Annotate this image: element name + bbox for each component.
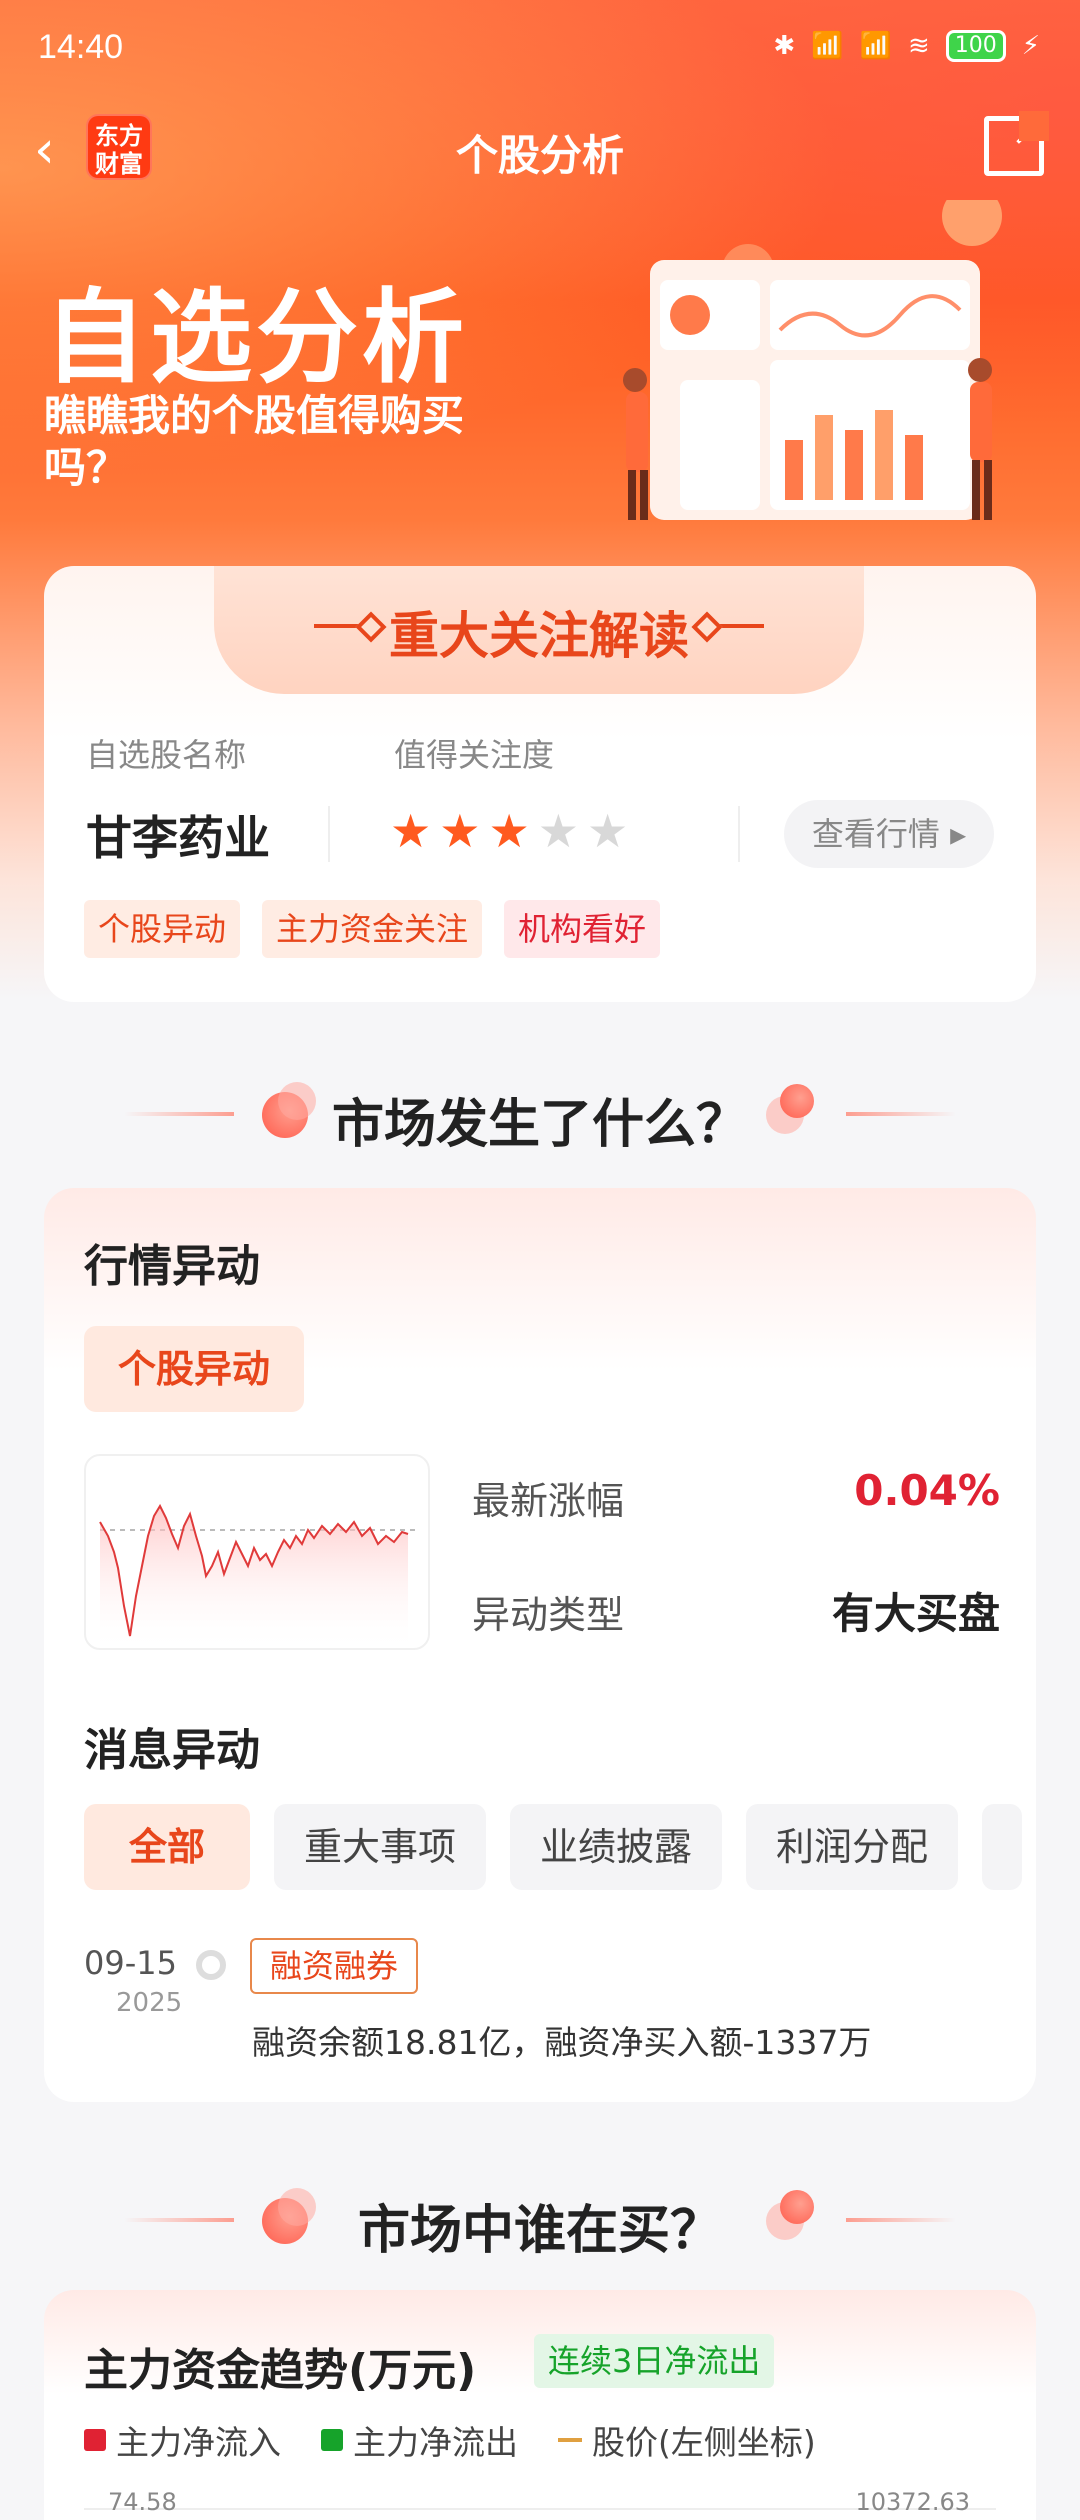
tab-earnings[interactable]: 业绩披露 [510,1804,723,1890]
attention-rating: ★ ★ ★ ★ ★ [390,806,628,856]
tab-dividend[interactable]: 利润分配 [746,1804,959,1890]
price-swatch [558,2438,582,2442]
legend-price: 股价(左侧坐标) [558,2416,816,2464]
bubble-decor [780,1084,814,1118]
bluetooth-icon: ✱ [773,31,796,61]
star-empty-icon: ★ [587,804,629,858]
stock-move-pill[interactable]: 个股异动 [84,1326,304,1412]
star-filled-icon: ★ [439,804,481,858]
signal-icon: 📶 [811,31,844,61]
move-type-label: 异动类型 [472,1593,625,1637]
section-line-right [846,1112,956,1116]
axis-right-top-value: 10372.63 [855,2488,970,2516]
tag-institution: 机构看好 [504,900,661,958]
news-date: 09-15 [84,1944,177,1982]
page-title: 个股分析 [455,131,624,180]
tag-stock-move: 个股异动 [84,900,241,958]
legend-outflow: 主力净流出 [321,2416,518,2464]
bubble-decor [780,2190,814,2224]
focus-card-header: 重大关注解读 [214,566,864,694]
attention-label: 值得关注度 [394,736,555,774]
star-filled-icon: ★ [488,804,530,858]
inflow-swatch [84,2429,106,2451]
news-text[interactable]: 融资余额18.81亿，融资净买入额-1337万 [252,2016,871,2064]
decor-right [704,624,764,628]
stock-name: 甘李药业 [86,811,270,865]
analytics-illustration [623,200,1002,520]
status-icons: ✱ 📶 📶 ≋ 100 ⚡ [773,30,1040,62]
focus-card: 重大关注解读 自选股名称 值得关注度 甘李药业 ★ ★ ★ ★ ★ 查看行情 ▸ 个股异… [44,566,1036,1002]
section-line-right [846,2218,956,2222]
share-button[interactable]: ↗ [984,109,1049,176]
legend-price-label: 股价(左侧坐标) [592,2423,816,2462]
intraday-sparkline [99,1503,418,1652]
view-quote-button[interactable]: 查看行情 ▸ [784,800,994,868]
quote-change-title: 行情异动 [84,1241,260,1292]
news-tag: 融资融券 [250,1938,419,1994]
market-move-card: 行情异动 个股异动 最新涨幅 0.04% 异动类型 有大买盘 消息异动 全部 重… [44,1188,1036,2102]
latest-change-value: 0.04% [854,1466,1000,1515]
focus-card-title: 重大关注解读 [389,607,689,665]
battery-icon: 100 [945,30,1006,62]
focus-tags: 个股异动 主力资金关注 机构看好 [84,900,661,958]
star-empty-icon: ★ [537,804,579,858]
latest-change-label: 最新涨幅 [472,1479,625,1523]
wifi-icon: ≋ [907,31,930,61]
section-title-market: 市场发生了什么？ [331,1095,748,1155]
outflow-swatch [321,2429,343,2451]
news-move-title: 消息异动 [84,1725,260,1776]
divider [738,806,740,862]
divider [328,806,330,862]
fund-trend-title: 主力资金趋势(万元) [84,2345,477,2396]
legend-outflow-label: 主力净流出 [353,2423,518,2462]
news-filter-tabs: 全部 重大事项 业绩披露 利润分配 [84,1804,1036,1890]
chart-legend: 主力净流入 主力净流出 股价(左侧坐标) [84,2416,816,2464]
fund-trend-card: 主力资金趋势(万元) 连续3日净流出 主力净流入 主力净流出 股价(左侧坐标) … [44,2290,1036,2520]
star-filled-icon: ★ [390,804,432,858]
status-time: 14:40 [38,28,124,66]
intraday-mini-chart[interactable] [84,1454,430,1652]
legend-inflow-label: 主力净流入 [116,2423,281,2462]
stock-name-label: 自选股名称 [86,736,247,774]
news-year: 2025 [116,1988,183,2018]
status-bar: 14:40 ✱ 📶 📶 ≋ 100 ⚡ [0,0,1080,100]
section-title-buyers: 市场中谁在买？ [357,2201,722,2261]
net-outflow-badge: 连续3日净流出 [534,2334,775,2388]
chevron-right-icon: ▸ [950,815,967,853]
signal-icon-2: 📶 [859,31,892,61]
move-type-value: 有大买盘 [831,1589,1000,1638]
tab-all[interactable]: 全部 [84,1804,250,1890]
axis-left-top-value: 74.58 [108,2488,177,2516]
nav-bar: ‹ 东方财富 个股分析 ↗ [0,109,1080,190]
tab-major-events[interactable]: 重大事项 [274,1804,487,1890]
share-icon: ↗ [1010,105,1047,156]
banner-subtitle: 瞧瞧我的个股值得购买吗？ [44,391,465,492]
view-quote-label: 查看行情 [811,815,940,853]
tag-main-fund: 主力资金关注 [262,900,483,958]
banner-title: 自选分析 [44,279,468,398]
timeline-dot [196,1950,226,1980]
legend-inflow: 主力净流入 [84,2416,281,2464]
charging-icon: ⚡ [1021,31,1040,61]
tab-more[interactable] [982,1804,1023,1890]
